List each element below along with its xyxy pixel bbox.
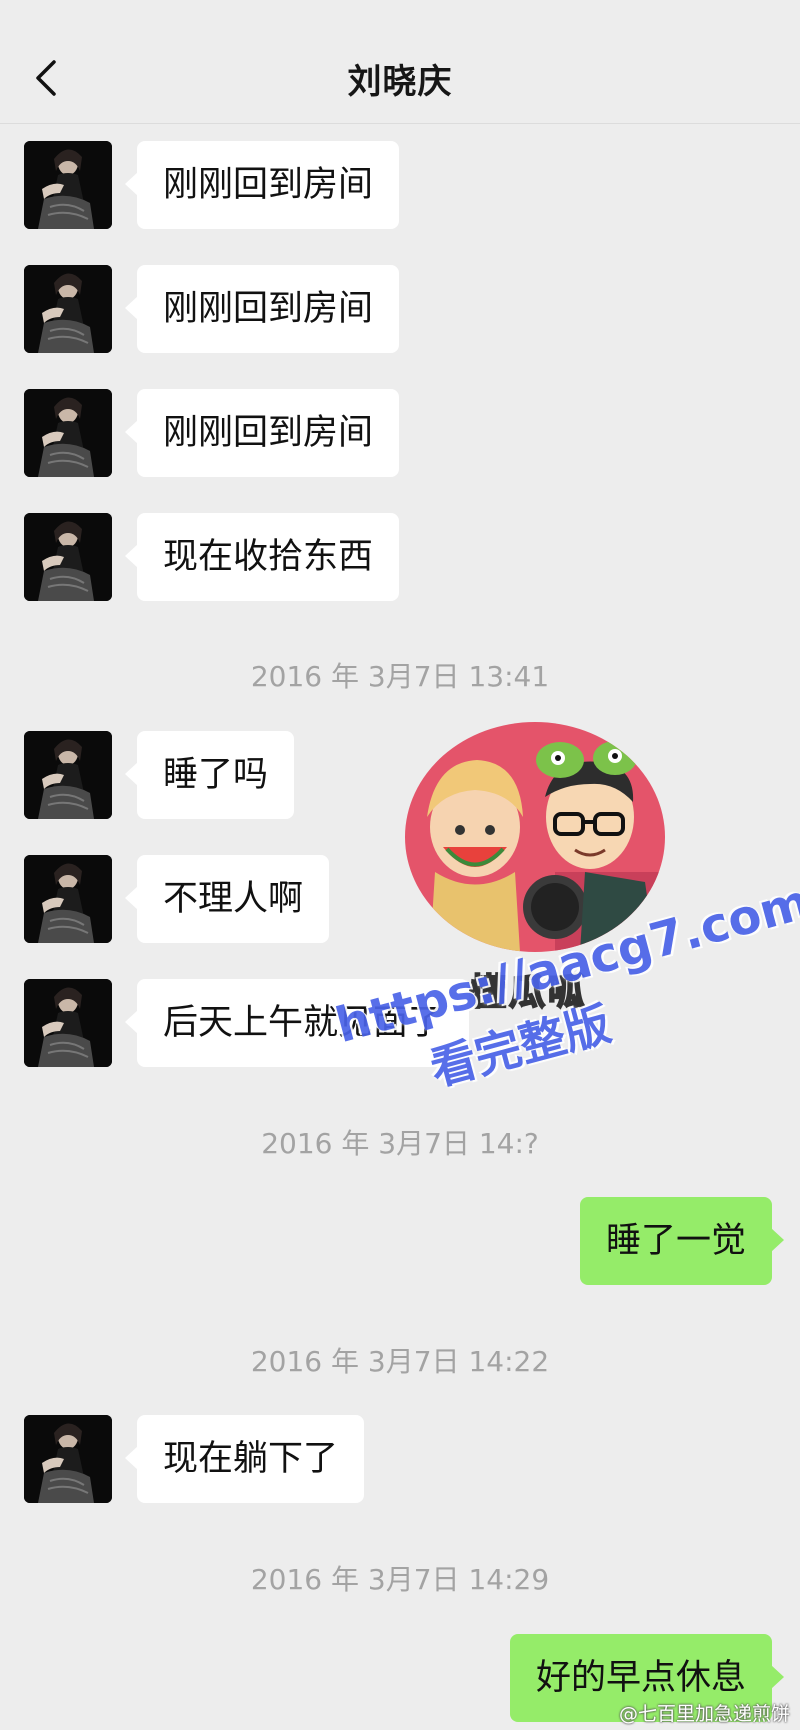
contact-avatar[interactable] — [24, 513, 112, 601]
outgoing-message[interactable]: 睡了一觉 — [579, 1197, 785, 1285]
incoming-message[interactable]: 不理人啊 — [124, 855, 330, 943]
image-credit: @七百里加急递煎饼 — [618, 1703, 790, 1725]
incoming-message[interactable]: 刚刚回到房间 — [124, 265, 400, 353]
incoming-message[interactable]: 刚刚回到房间 — [124, 389, 400, 477]
contact-avatar[interactable] — [24, 1415, 112, 1503]
incoming-message[interactable]: 睡了吗 — [124, 731, 295, 819]
contact-avatar[interactable] — [24, 979, 112, 1067]
incoming-message[interactable]: 现在收拾东西 — [124, 513, 400, 601]
incoming-message[interactable]: 刚刚回到房间 — [124, 141, 400, 229]
contact-avatar[interactable] — [24, 855, 112, 943]
timestamp: 2016 年 3月7日 14:22 — [250, 1345, 550, 1378]
timestamp: 2016 年 3月7日 14:? — [261, 1127, 539, 1160]
contact-avatar[interactable] — [24, 141, 112, 229]
incoming-message[interactable]: 现在躺下了 — [124, 1415, 365, 1503]
contact-avatar[interactable] — [24, 265, 112, 353]
timestamp: 2016 年 3月7日 14:29 — [250, 1563, 550, 1596]
chat-header: 刘晓庆 — [0, 0, 800, 124]
chat-title: 刘晓庆 — [347, 62, 453, 102]
contact-avatar[interactable] — [24, 389, 112, 477]
contact-avatar[interactable] — [24, 731, 112, 819]
cartoon-sticker — [405, 722, 665, 952]
timestamp: 2016 年 3月7日 13:41 — [250, 660, 550, 693]
